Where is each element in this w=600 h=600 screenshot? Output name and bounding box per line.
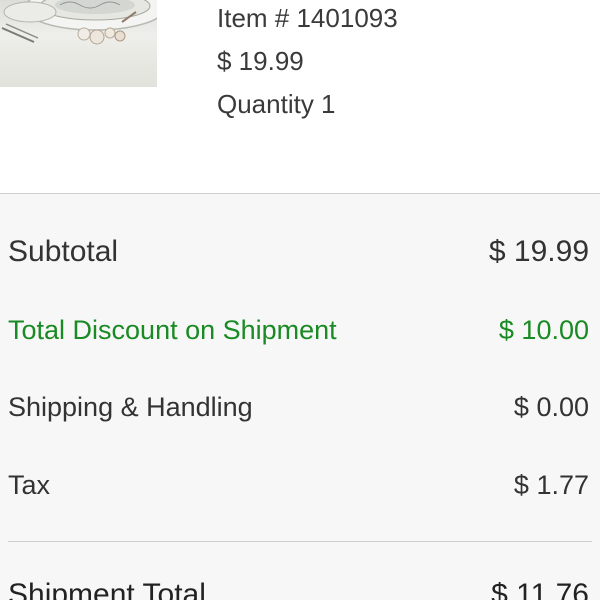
- subtotal-value: $ 19.99: [488, 235, 589, 268]
- shipping-value: $ 0.00: [513, 392, 589, 422]
- product-image[interactable]: [0, 0, 157, 87]
- item-number: Item # 1401093: [217, 3, 398, 33]
- tax-value: $ 1.77: [513, 470, 589, 500]
- discount-label: Total Discount on Shipment: [8, 315, 337, 345]
- shipment-total-label: Shipment Total: [8, 578, 206, 600]
- totals-section: Subtotal $ 19.99 Total Discount on Shipm…: [0, 195, 600, 600]
- shipping-row: Shipping & Handling $ 0.00: [8, 389, 589, 425]
- discount-value: $ 10.00: [498, 315, 589, 345]
- shipping-label: Shipping & Handling: [8, 392, 253, 422]
- item-price: $ 19.99: [217, 46, 304, 76]
- discount-row: Total Discount on Shipment $ 10.00: [8, 312, 589, 348]
- totals-divider: [8, 541, 592, 542]
- product-section: Item # 1401093 $ 19.99 Quantity 1: [0, 0, 600, 194]
- tax-label: Tax: [8, 470, 51, 500]
- subtotal-row: Subtotal $ 19.99: [8, 234, 589, 270]
- tax-row: Tax $ 1.77: [8, 467, 589, 503]
- shipment-total-row: Shipment Total $ 11.76: [8, 577, 589, 600]
- shipment-total-value: $ 11.76: [491, 578, 589, 600]
- order-summary-page: Item # 1401093 $ 19.99 Quantity 1 Subtot…: [0, 0, 600, 600]
- item-quantity: Quantity 1: [217, 89, 336, 119]
- subtotal-label: Subtotal: [8, 235, 119, 268]
